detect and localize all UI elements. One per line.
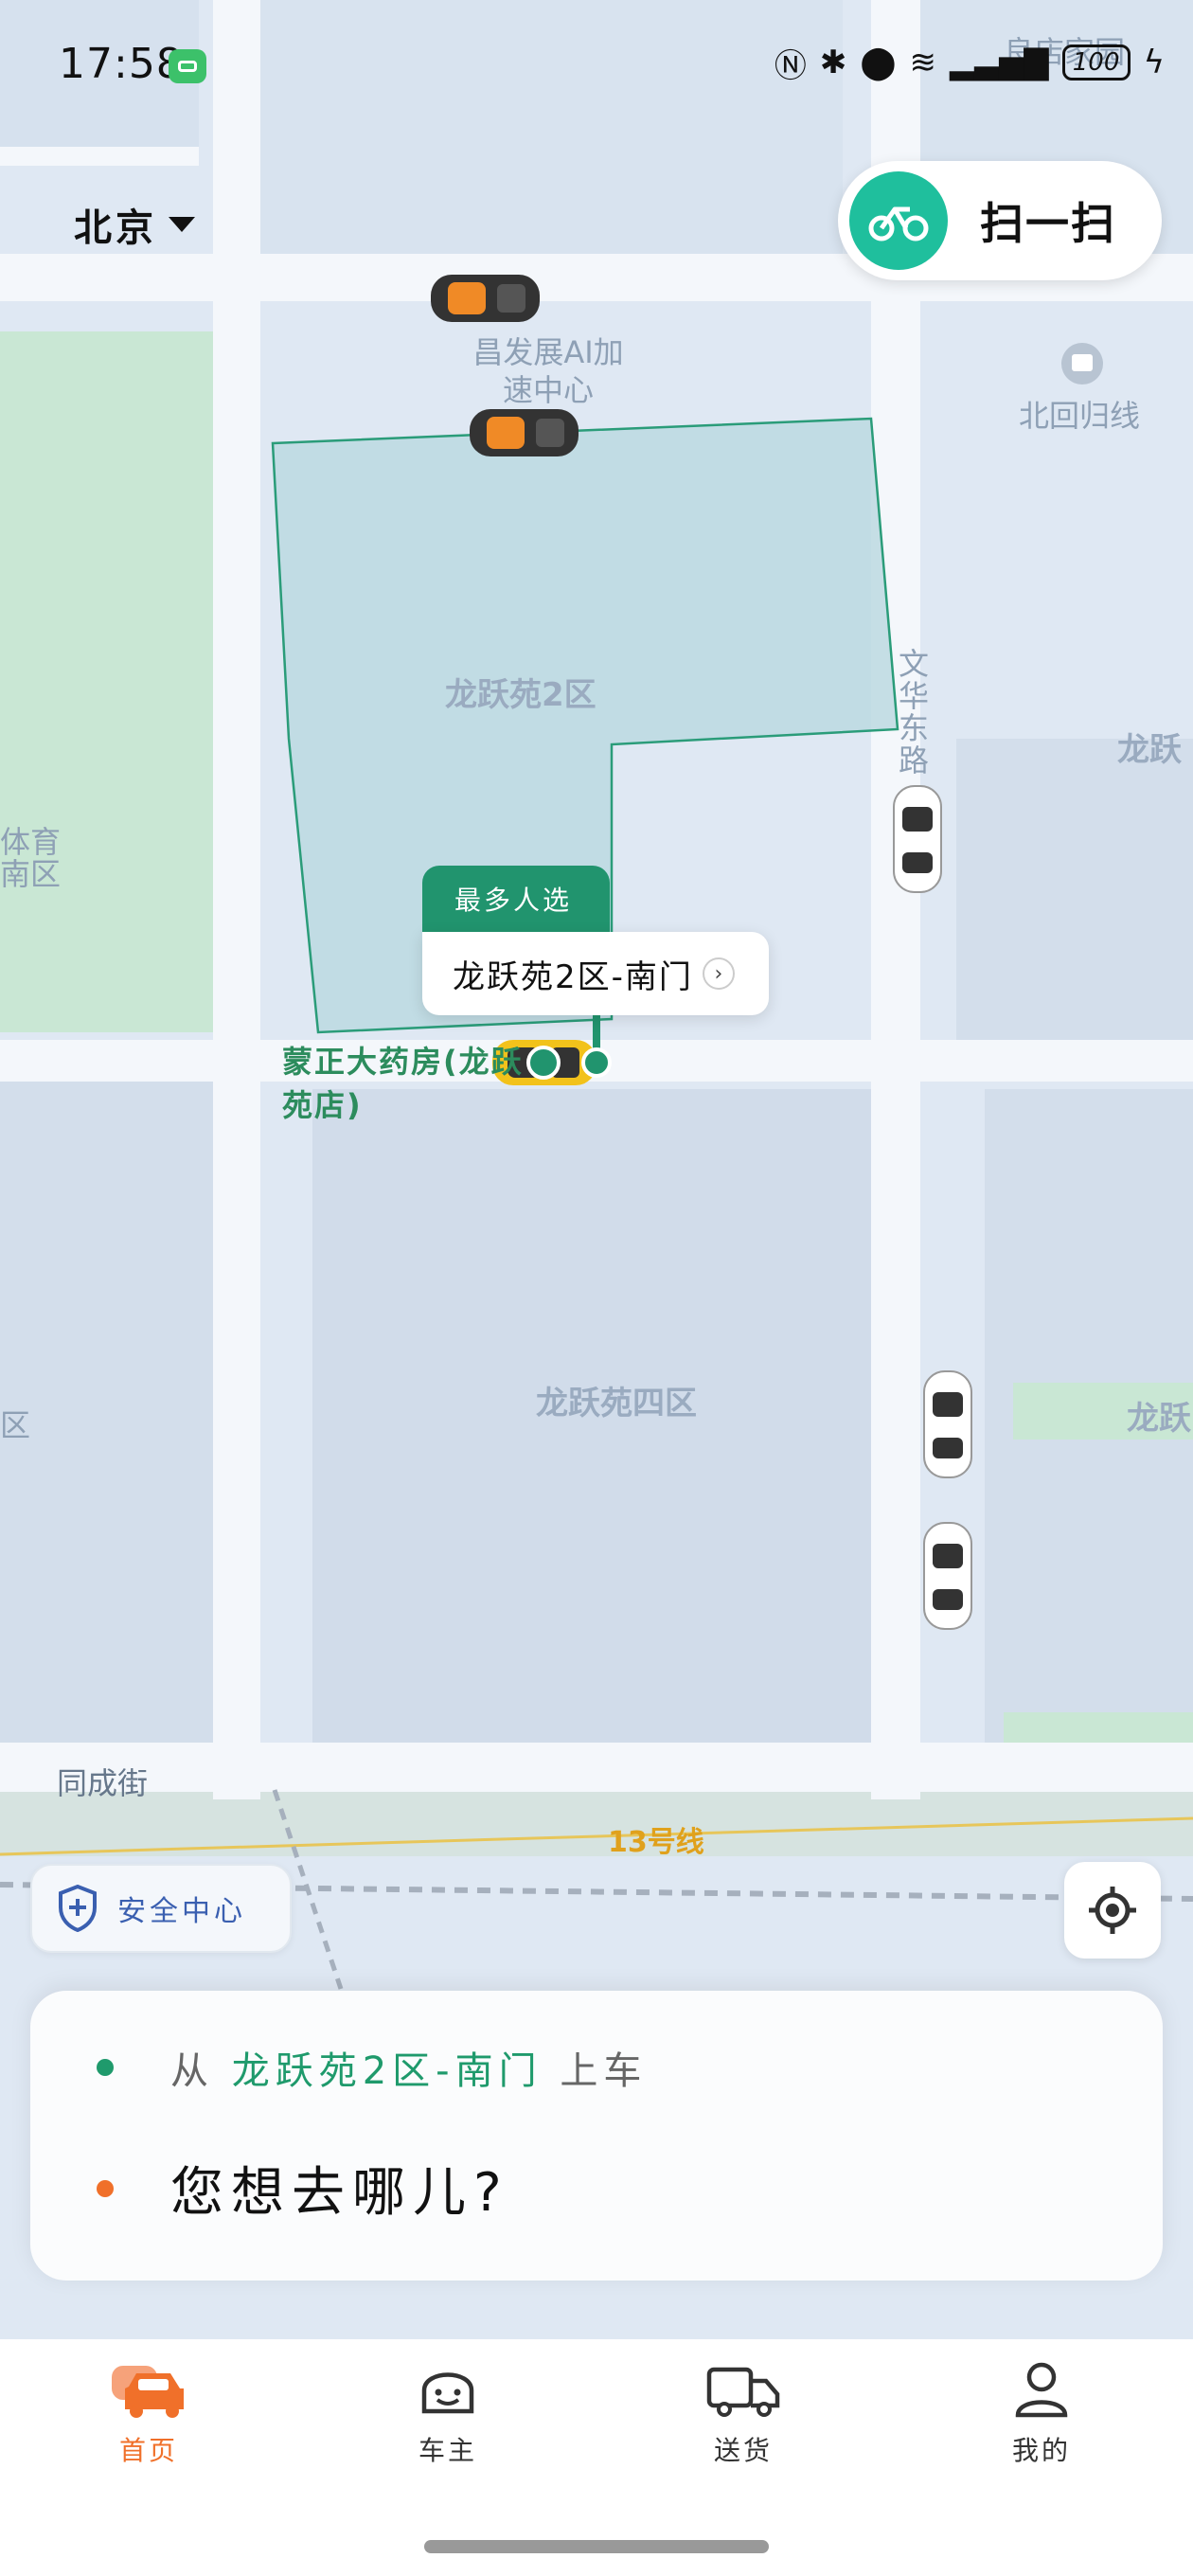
status-indicators: Ⓝ ✱ ⬤ ≋ ▂▃▅▇ 100 ϟ: [775, 40, 1165, 85]
crosshair-icon: [1089, 1887, 1136, 1934]
map-label-edge-right: 龙跃: [1117, 731, 1182, 769]
person-icon: [1015, 2362, 1068, 2418]
popular-pickup-tag: 最多人选: [422, 866, 610, 932]
map-label-edge-left-bottom: 南区: [0, 856, 62, 892]
nav-item-delivery[interactable]: 送货: [658, 2358, 828, 2468]
status-bar: 17:58 Ⓝ ✱ ⬤ ≋ ▂▃▅▇ 100 ϟ: [0, 0, 1193, 133]
app-root: 良店家园 昌发展AI加速中心 北回归线 龙跃苑2区 文华东路 龙跃 体育 南区 …: [0, 0, 1193, 2576]
driver-icon: [421, 2372, 474, 2414]
wifi-icon: ≋: [909, 44, 936, 81]
map-label-zone4: 龙跃苑四区: [536, 1385, 697, 1422]
car-icon: [923, 1370, 972, 1478]
city-selector[interactable]: 北京: [74, 197, 195, 252]
pharmacy-poi-label[interactable]: 蒙正大药房(龙跃苑店): [282, 1040, 528, 1127]
pickup-place: 龙跃苑2区-南门: [231, 2049, 543, 2093]
map-label-tongcheng-street: 同成街: [57, 1765, 149, 1801]
car-icon: [923, 1522, 972, 1630]
battery-icon: 100: [1061, 45, 1131, 80]
truck-icon: [706, 2367, 780, 2417]
shield-icon: [59, 1885, 97, 1932]
nav-item-home[interactable]: 首页: [63, 2358, 234, 2468]
map-label-wenhua-road: 文华东路: [894, 648, 930, 777]
destination-input[interactable]: 您想去哪儿?: [97, 2150, 509, 2227]
status-time: 17:58: [59, 40, 184, 88]
nav-label-driver: 车主: [418, 2435, 477, 2466]
locate-button[interactable]: [1064, 1862, 1161, 1959]
pickup-dot-icon: [97, 2059, 114, 2076]
map-label-metro-13: 13号线: [608, 1826, 704, 1859]
nfc-icon: Ⓝ: [774, 46, 807, 85]
map-label-edge-right2: 龙跃: [1127, 1400, 1191, 1438]
chevron-right-icon: ›: [702, 957, 735, 990]
destination-dot-icon: [97, 2179, 114, 2197]
car-icon: [470, 409, 579, 456]
pickup-prefix: 从: [170, 2049, 214, 2093]
nav-label-delivery: 送货: [713, 2435, 773, 2466]
nav-label-profile: 我的: [1011, 2435, 1071, 2466]
pickup-point-name: 龙跃苑2区-南门: [453, 957, 693, 996]
bluetooth-icon: ✱: [819, 44, 847, 81]
pickup-row[interactable]: 从 龙跃苑2区-南门 上车: [97, 2040, 647, 2095]
charging-icon: ϟ: [1143, 44, 1165, 81]
map-label-beihuiguixian: 北回归线: [1019, 398, 1141, 434]
map-label-zone2: 龙跃苑2区: [445, 676, 596, 714]
signal-icon: ▂▃▅▇: [949, 44, 1049, 81]
bike-icon: [849, 171, 948, 270]
city-label: 北京: [74, 206, 157, 250]
map-label-edge-left-mid: 区: [0, 1407, 31, 1443]
trip-card: 从 龙跃苑2区-南门 上车 您想去哪儿?: [30, 1991, 1163, 2281]
location-icon: ⬤: [860, 44, 897, 81]
scan-label: 扫一扫: [980, 198, 1116, 249]
nav-label-home: 首页: [118, 2435, 178, 2466]
nav-item-profile[interactable]: 我的: [956, 2358, 1127, 2468]
nav-item-driver[interactable]: 车主: [363, 2358, 533, 2468]
safety-center-label: 安全中心: [117, 1895, 246, 1928]
car-ride-icon: [112, 2366, 184, 2418]
car-icon: [893, 785, 942, 893]
app-notification-icon: [169, 49, 206, 83]
map-label-ai-center: 昌发展AI加速中心: [472, 334, 624, 408]
car-icon: [431, 275, 540, 322]
destination-placeholder: 您想去哪儿?: [170, 2162, 509, 2224]
chevron-down-icon: [169, 217, 195, 232]
pickup-point-bubble[interactable]: 龙跃苑2区-南门 ›: [422, 932, 769, 1015]
safety-center-button[interactable]: 安全中心: [30, 1864, 292, 1953]
home-indicator[interactable]: [424, 2540, 769, 2553]
scan-button[interactable]: 扫一扫: [838, 161, 1162, 280]
pickup-text: 从 龙跃苑2区-南门 上车: [170, 2040, 647, 2095]
pickup-suffix: 上车: [560, 2049, 648, 2093]
